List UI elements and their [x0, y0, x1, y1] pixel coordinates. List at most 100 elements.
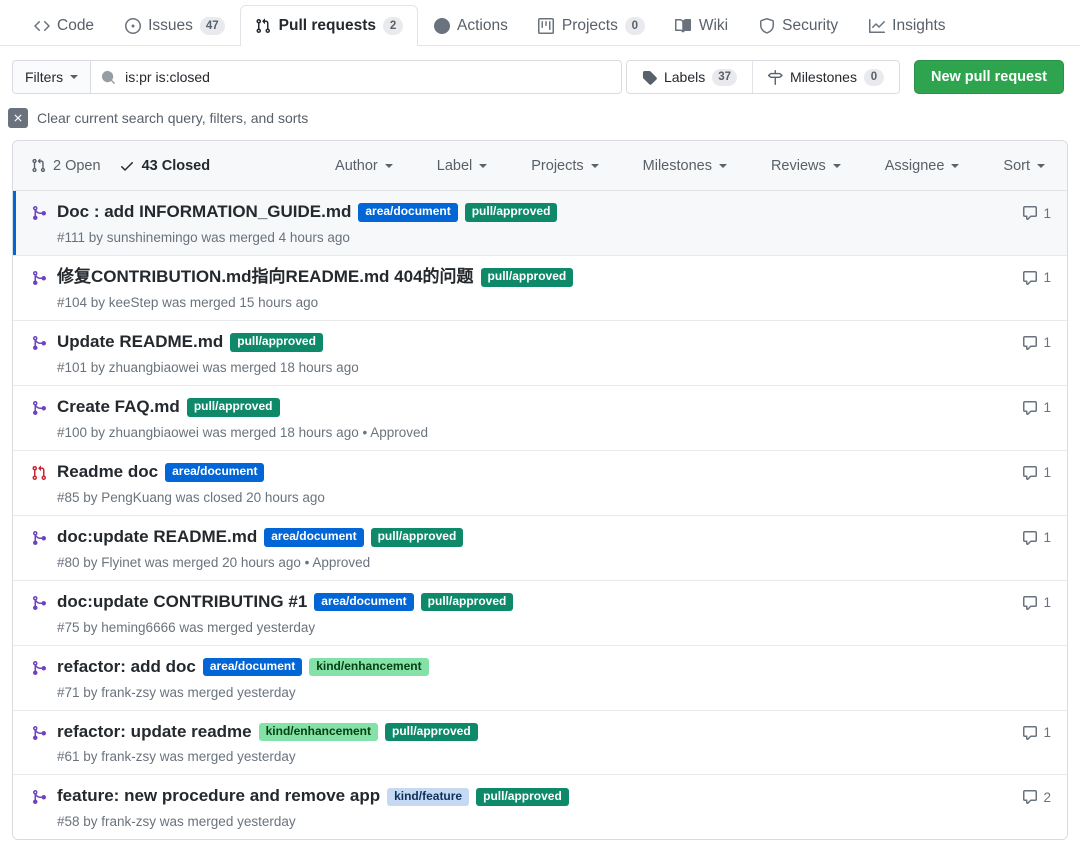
pull-request-comment-count[interactable]: 1: [1009, 400, 1051, 416]
pull-request-label[interactable]: pull/approved: [421, 593, 514, 612]
pull-request-label[interactable]: area/document: [203, 658, 302, 677]
pull-request-row[interactable]: Doc : add INFORMATION_GUIDE.md area/docum…: [13, 191, 1067, 256]
clear-filter-button[interactable]: Clear current search query, filters, and…: [0, 94, 1080, 140]
milestones-button[interactable]: Milestones 0: [752, 61, 899, 93]
search-box[interactable]: [90, 60, 622, 94]
nav-tab-wiki[interactable]: Wiki: [660, 5, 743, 45]
closed-prs-link[interactable]: 43 Closed: [119, 158, 211, 174]
nav-tab-code[interactable]: Code: [18, 5, 109, 45]
pull-request-row[interactable]: Readme doc area/document #85 by PengKuang …: [13, 451, 1067, 516]
pull-request-meta: #61 by frank-zsy was merged yesterday: [57, 749, 997, 764]
git-merge-icon: [30, 595, 48, 611]
pull-request-title[interactable]: Readme doc: [57, 461, 158, 484]
pull-request-main: 修复CONTRIBUTION.md指向README.md 404的问题 pull/…: [57, 266, 997, 310]
pull-request-title[interactable]: refactor: update readme: [57, 721, 252, 744]
pull-request-label[interactable]: pull/approved: [476, 788, 569, 807]
graph-icon: [868, 17, 885, 34]
chevron-down-icon: [719, 164, 727, 168]
filter-dropdown-label: Sort: [1003, 158, 1030, 174]
pull-request-main: Readme doc area/document #85 by PengKuang …: [57, 461, 997, 505]
comment-icon: [1022, 205, 1038, 221]
pull-request-comment-count[interactable]: 2: [1009, 789, 1051, 805]
filter-dropdown-label: Label: [437, 158, 472, 174]
milestone-icon: [768, 70, 783, 85]
pull-request-row[interactable]: feature: new procedure and remove app kin…: [13, 775, 1067, 839]
pull-request-title[interactable]: Update README.md: [57, 331, 223, 354]
pull-request-label[interactable]: pull/approved: [481, 268, 574, 287]
nav-tab-issues[interactable]: Issues47: [109, 5, 240, 45]
pull-request-meta: #85 by PengKuang was closed 20 hours ago: [57, 490, 997, 505]
chevron-down-icon: [951, 164, 959, 168]
pull-request-title[interactable]: feature: new procedure and remove app: [57, 785, 380, 808]
issue-opened-icon: [124, 17, 141, 34]
pull-request-label[interactable]: pull/approved: [465, 203, 558, 222]
nav-tab-projects[interactable]: Projects0: [523, 5, 660, 45]
project-icon: [538, 17, 555, 34]
filter-dropdown-assignee[interactable]: Assignee: [863, 158, 982, 174]
pull-request-comment-count[interactable]: 1: [1009, 465, 1051, 481]
pull-request-label[interactable]: kind/enhancement: [309, 658, 428, 677]
pull-request-title-line: Doc : add INFORMATION_GUIDE.md area/docum…: [57, 201, 997, 224]
git-merge-icon: [30, 789, 48, 805]
nav-tab-pull-requests[interactable]: Pull requests2: [240, 5, 418, 45]
pull-request-label[interactable]: pull/approved: [187, 398, 280, 417]
pull-request-label[interactable]: pull/approved: [371, 528, 464, 547]
pull-request-row[interactable]: 修复CONTRIBUTION.md指向README.md 404的问题 pull/…: [13, 256, 1067, 321]
pull-request-comment-count[interactable]: 1: [1009, 205, 1051, 221]
pull-request-title[interactable]: Create FAQ.md: [57, 396, 180, 419]
filters-button-label: Filters: [25, 69, 63, 85]
pull-request-row[interactable]: doc:update README.md area/document pull/ap…: [13, 516, 1067, 581]
pull-request-row[interactable]: refactor: add doc area/document kind/enhan…: [13, 646, 1067, 711]
pull-request-label[interactable]: area/document: [358, 203, 457, 222]
nav-tab-security[interactable]: Security: [743, 5, 853, 45]
pull-request-title[interactable]: 修复CONTRIBUTION.md指向README.md 404的问题: [57, 266, 474, 289]
search-input[interactable]: [123, 61, 611, 93]
pull-request-label[interactable]: kind/feature: [387, 788, 469, 807]
comment-count-label: 2: [1043, 790, 1051, 805]
filter-dropdown-author[interactable]: Author: [313, 158, 415, 174]
pull-request-comment-count[interactable]: 1: [1009, 270, 1051, 286]
book-icon: [675, 17, 692, 34]
pull-request-label[interactable]: kind/enhancement: [259, 723, 378, 742]
pull-request-title[interactable]: doc:update README.md: [57, 526, 257, 549]
pull-request-label[interactable]: pull/approved: [385, 723, 478, 742]
close-icon: [8, 108, 28, 128]
git-merge-icon: [30, 205, 48, 221]
pull-request-row[interactable]: Update README.md pull/approved #101 by zhu…: [13, 321, 1067, 386]
pull-request-label[interactable]: area/document: [165, 463, 264, 482]
nav-tab-insights[interactable]: Insights: [853, 5, 960, 45]
pull-request-label[interactable]: area/document: [314, 593, 413, 612]
pull-request-title-line: refactor: update readme kind/enhancement p…: [57, 721, 997, 744]
pull-request-main: Doc : add INFORMATION_GUIDE.md area/docum…: [57, 201, 997, 245]
chevron-down-icon: [591, 164, 599, 168]
clear-filter-label: Clear current search query, filters, and…: [37, 110, 308, 126]
pull-request-comment-count[interactable]: 1: [1009, 725, 1051, 741]
filter-dropdown-milestones[interactable]: Milestones: [621, 158, 749, 174]
pull-request-comment-count[interactable]: 1: [1009, 595, 1051, 611]
filter-dropdown-label[interactable]: Label: [415, 158, 509, 174]
nav-tab-actions[interactable]: Actions: [418, 5, 523, 45]
pull-request-title[interactable]: Doc : add INFORMATION_GUIDE.md: [57, 201, 351, 224]
pull-request-meta: #101 by zhuangbiaowei was merged 18 hour…: [57, 360, 997, 375]
pull-request-row[interactable]: Create FAQ.mdpull/approved#100 by zhuang…: [13, 386, 1067, 451]
new-pull-request-button[interactable]: New pull request: [914, 60, 1064, 94]
pull-request-comment-count[interactable]: 1: [1009, 335, 1051, 351]
pull-request-label[interactable]: pull/approved: [230, 333, 323, 352]
nav-tab-label: Pull requests: [279, 18, 376, 34]
open-prs-link[interactable]: 2 Open: [31, 158, 101, 174]
filter-dropdown-reviews[interactable]: Reviews: [749, 158, 863, 174]
labels-button[interactable]: Labels 37: [627, 61, 752, 93]
pull-request-label[interactable]: area/document: [264, 528, 363, 547]
pull-request-comment-count[interactable]: 1: [1009, 530, 1051, 546]
repo-nav: CodeIssues47Pull requests2ActionsProject…: [0, 0, 1080, 46]
pull-request-row[interactable]: doc:update CONTRIBUTING #1 area/document p…: [13, 581, 1067, 646]
pull-request-row[interactable]: refactor: update readme kind/enhancement p…: [13, 711, 1067, 776]
pull-request-title[interactable]: refactor: add doc: [57, 656, 196, 679]
filter-dropdown-sort[interactable]: Sort: [981, 158, 1049, 174]
filter-dropdown-projects[interactable]: Projects: [509, 158, 620, 174]
filters-button[interactable]: Filters: [12, 60, 90, 94]
comment-icon: [1022, 465, 1038, 481]
nav-tab-label: Insights: [892, 18, 945, 34]
nav-tab-label: Security: [782, 18, 838, 34]
pull-request-title[interactable]: doc:update CONTRIBUTING #1: [57, 591, 307, 614]
